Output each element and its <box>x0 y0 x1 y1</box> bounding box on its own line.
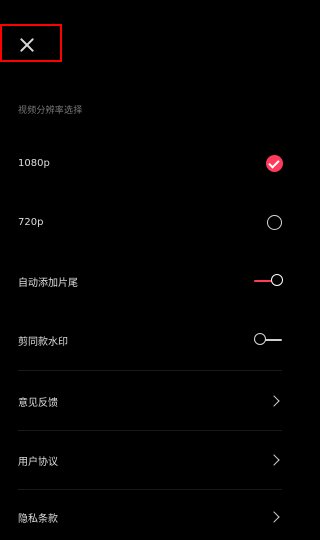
close-icon <box>18 36 36 54</box>
close-button[interactable] <box>0 24 62 62</box>
toggle-row-auto-ending[interactable]: 自动添加片尾 <box>18 251 284 311</box>
menu-item-feedback[interactable]: 意见反馈 <box>18 371 282 431</box>
resolution-section-title: 视频分辨率选择 <box>18 106 83 116</box>
menu-item-label: 隐私条款 <box>18 513 58 525</box>
toggle-row-watermark[interactable]: 剪同款水印 <box>18 310 282 370</box>
resolution-option-label: 720p <box>18 216 44 228</box>
toggle-knob <box>254 333 266 345</box>
settings-screen: 视频分辨率选择 1080p 720p 自动添加片尾 剪同款水印 意见反馈 用户协… <box>0 0 300 540</box>
resolution-option-1080p[interactable]: 1080p <box>18 133 283 193</box>
resolution-option-label: 1080p <box>18 157 50 169</box>
toggle-knob <box>271 274 283 286</box>
menu-item-user-agreement[interactable]: 用户协议 <box>18 430 282 490</box>
toggle-label: 自动添加片尾 <box>18 277 78 289</box>
auto-ending-toggle[interactable] <box>254 274 284 288</box>
watermark-toggle[interactable] <box>254 333 284 347</box>
menu-item-privacy-policy[interactable]: 隐私条款 <box>18 489 282 540</box>
chevron-right-icon <box>268 511 280 523</box>
radio-unchecked-icon[interactable] <box>267 214 282 230</box>
radio-checked-icon[interactable] <box>266 154 283 172</box>
menu-item-label: 意见反馈 <box>18 397 58 409</box>
chevron-right-icon <box>268 395 280 407</box>
resolution-option-720p[interactable]: 720p <box>18 192 282 252</box>
menu-item-label: 用户协议 <box>18 456 58 468</box>
chevron-right-icon <box>268 454 280 466</box>
toggle-label: 剪同款水印 <box>18 336 68 348</box>
